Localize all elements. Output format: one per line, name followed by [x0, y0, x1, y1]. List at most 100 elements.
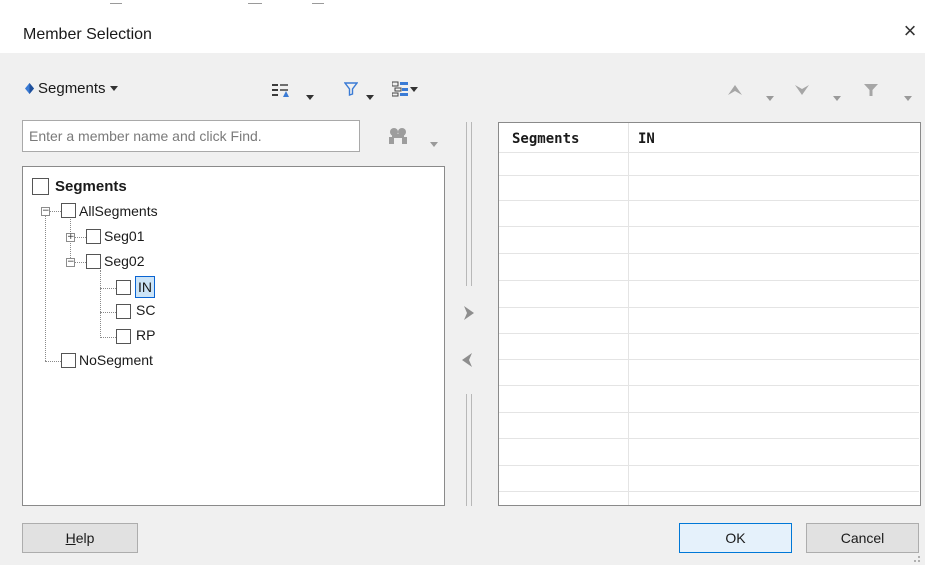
- move-down-dropdown[interactable]: [833, 88, 841, 104]
- checkbox-seg02[interactable]: [86, 254, 101, 269]
- tree-item-seg01[interactable]: Seg01: [104, 228, 144, 244]
- tree-item-rp[interactable]: RP: [136, 327, 155, 343]
- find-button[interactable]: [388, 127, 408, 148]
- grid-line: [499, 465, 919, 466]
- tree-line: [50, 211, 61, 212]
- tree-item-seg02[interactable]: Seg02: [104, 253, 144, 269]
- cancel-button[interactable]: Cancel: [806, 523, 919, 553]
- grid-line: [499, 438, 919, 439]
- collapse-icon[interactable]: −: [66, 258, 75, 267]
- help-button[interactable]: Help: [22, 523, 138, 553]
- hierarchy-view-icon: [392, 81, 408, 97]
- tree-line: [45, 211, 46, 361]
- tree-item-sc[interactable]: SC: [136, 302, 155, 318]
- filter-dropdown[interactable]: [366, 87, 374, 103]
- search-input[interactable]: Enter a member name and click Find.: [22, 120, 360, 152]
- window-top-strip: [0, 0, 925, 9]
- grid-line: [499, 412, 919, 413]
- move-down-button[interactable]: [794, 83, 810, 99]
- checkbox-allsegments[interactable]: [61, 203, 76, 218]
- dimension-label: Segments: [38, 80, 106, 97]
- chevron-down-icon: [366, 95, 374, 100]
- chevron-down-icon: [833, 96, 841, 101]
- resize-grip[interactable]: [918, 556, 920, 558]
- checkbox-segments[interactable]: [32, 178, 49, 195]
- splitter-line: [466, 394, 467, 506]
- move-up-icon: [728, 85, 742, 95]
- find-icon: [389, 128, 407, 144]
- chevron-down-icon: [904, 96, 912, 101]
- grid-line: [499, 175, 919, 176]
- dimension-dropdown[interactable]: Segments: [25, 80, 118, 97]
- chevron-down-icon: [306, 95, 314, 100]
- grid-line: [499, 226, 919, 227]
- move-up-dropdown[interactable]: [766, 88, 774, 104]
- ok-button[interactable]: OK: [679, 523, 792, 553]
- window-title: Member Selection: [23, 26, 152, 43]
- help-label: elp: [75, 530, 95, 546]
- grid-line: [499, 359, 919, 360]
- expand-icon[interactable]: +: [66, 233, 75, 242]
- member-tree[interactable]: Segments − AllSegments + Seg01 − Seg02 I…: [22, 166, 445, 506]
- filter-icon: [343, 82, 359, 96]
- tree-item-allsegments[interactable]: AllSegments: [79, 203, 158, 219]
- checkbox-sc[interactable]: [116, 304, 131, 319]
- member-list-icon: [272, 84, 289, 97]
- selection-filter-dropdown[interactable]: [904, 88, 912, 104]
- grid-line: [499, 152, 919, 153]
- column-divider: [628, 123, 629, 505]
- chevron-down-icon: [430, 142, 438, 147]
- tree-line: [100, 270, 101, 338]
- top-strip-mark: [312, 3, 324, 4]
- selection-filter-button[interactable]: [863, 83, 879, 100]
- grid-line: [499, 307, 919, 308]
- member-list-button[interactable]: [272, 83, 290, 100]
- chevron-left-icon: [462, 353, 472, 367]
- dimension-icon: [25, 83, 34, 94]
- chevron-right-icon: [464, 306, 474, 320]
- top-strip-mark: [248, 3, 262, 4]
- splitter-line: [471, 394, 472, 506]
- filter-button[interactable]: [343, 82, 359, 99]
- tree-item-nosegment[interactable]: NoSegment: [79, 352, 153, 368]
- selection-table[interactable]: Segments IN: [498, 122, 921, 506]
- grid-line: [499, 491, 919, 492]
- checkbox-nosegment[interactable]: [61, 353, 76, 368]
- tree-line: [100, 288, 116, 289]
- filter-icon: [864, 84, 878, 96]
- grid-line: [499, 253, 919, 254]
- collapse-icon[interactable]: −: [41, 207, 50, 216]
- close-icon[interactable]: ×: [900, 20, 920, 42]
- tree-line: [75, 237, 86, 238]
- remove-selection-button[interactable]: [460, 352, 474, 371]
- grid-line: [499, 385, 919, 386]
- column-header-in: IN: [638, 131, 655, 147]
- tree-item-in[interactable]: IN: [135, 276, 155, 298]
- top-strip-mark: [110, 3, 122, 4]
- member-list-dropdown[interactable]: [306, 87, 314, 103]
- add-selection-button[interactable]: [462, 305, 476, 324]
- tree-item-segments[interactable]: Segments: [55, 178, 127, 195]
- checkbox-seg01[interactable]: [86, 229, 101, 244]
- help-mnemonic: H: [65, 530, 76, 546]
- chevron-down-icon: [766, 96, 774, 101]
- resize-grip[interactable]: [914, 560, 916, 562]
- grid-line: [499, 200, 919, 201]
- splitter-line: [471, 122, 472, 286]
- move-up-button[interactable]: [727, 83, 743, 99]
- resize-grip[interactable]: [918, 560, 920, 562]
- grid-line: [499, 280, 919, 281]
- tree-line: [75, 262, 86, 263]
- view-options-button[interactable]: [392, 81, 418, 97]
- tree-line: [100, 312, 116, 313]
- move-down-icon: [795, 85, 809, 95]
- checkbox-rp[interactable]: [116, 329, 131, 344]
- splitter-line: [466, 122, 467, 286]
- find-dropdown[interactable]: [430, 134, 438, 150]
- checkbox-in[interactable]: [116, 280, 131, 295]
- chevron-down-icon: [410, 86, 418, 92]
- chevron-down-icon: [109, 86, 118, 91]
- column-header-segments: Segments: [512, 131, 580, 147]
- grid-line: [499, 333, 919, 334]
- tree-line: [100, 337, 116, 338]
